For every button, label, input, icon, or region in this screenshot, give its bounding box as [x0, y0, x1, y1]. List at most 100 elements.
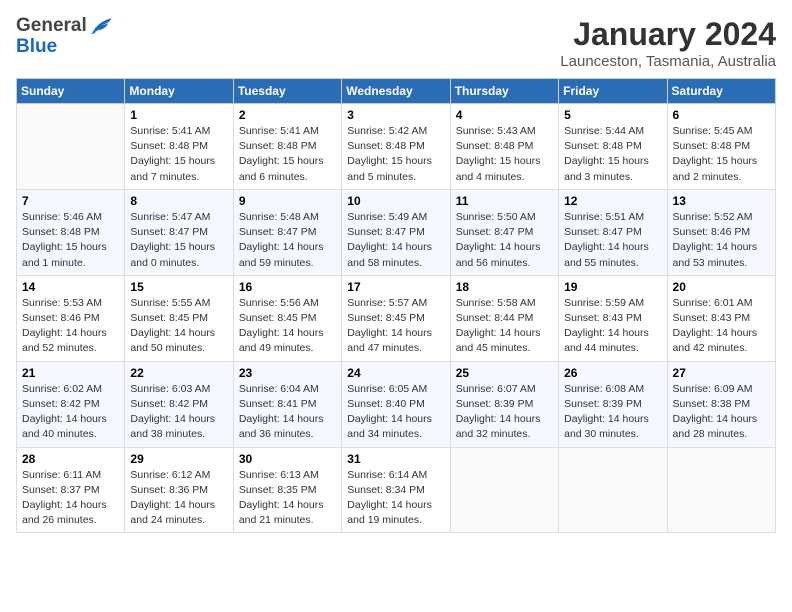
calendar-cell: 28 Sunrise: 6:11 AMSunset: 8:37 PMDayligh… [17, 447, 125, 533]
page-header: General Blue January 2024 Launceston, Ta… [16, 16, 776, 70]
day-info: Sunrise: 6:05 AMSunset: 8:40 PMDaylight:… [347, 382, 444, 443]
week-row-2: 7Sunrise: 5:46 AMSunset: 8:48 PMDaylight… [17, 189, 776, 275]
calendar-cell: 17 Sunrise: 5:57 AMSunset: 8:45 PMDayligh… [342, 275, 450, 361]
calendar-cell: 7Sunrise: 5:46 AMSunset: 8:48 PMDaylight… [17, 189, 125, 275]
weekday-header-tuesday: Tuesday [233, 79, 341, 104]
day-number: 15 [130, 280, 227, 294]
calendar-table: SundayMondayTuesdayWednesdayThursdayFrid… [16, 78, 776, 533]
day-info: Sunrise: 5:45 AMSunset: 8:48 PMDaylight:… [673, 124, 770, 185]
calendar-cell: 27 Sunrise: 6:09 AMSunset: 8:38 PMDayligh… [667, 361, 775, 447]
calendar-cell: 14Sunrise: 5:53 AMSunset: 8:46 PMDayligh… [17, 275, 125, 361]
calendar-cell [450, 447, 558, 533]
day-number: 26 [564, 366, 661, 380]
day-info: Sunrise: 5:57 AMSunset: 8:45 PMDaylight:… [347, 296, 444, 357]
day-number: 12 [564, 194, 661, 208]
logo: General Blue [16, 16, 115, 58]
day-number: 28 [22, 452, 119, 466]
day-info: Sunrise: 5:56 AMSunset: 8:45 PMDaylight:… [239, 296, 336, 357]
day-number: 9 [239, 194, 336, 208]
week-row-1: 1 Sunrise: 5:41 AMSunset: 8:48 PMDaylight… [17, 104, 776, 190]
calendar-cell [667, 447, 775, 533]
day-number: 25 [456, 366, 553, 380]
bird-icon [89, 16, 115, 36]
day-number: 13 [673, 194, 770, 208]
day-info: Sunrise: 5:43 AMSunset: 8:48 PMDaylight:… [456, 124, 553, 185]
calendar-cell: 3 Sunrise: 5:42 AMSunset: 8:48 PMDaylight… [342, 104, 450, 190]
day-info: Sunrise: 5:42 AMSunset: 8:48 PMDaylight:… [347, 124, 444, 185]
day-info: Sunrise: 5:41 AMSunset: 8:48 PMDaylight:… [130, 124, 227, 185]
calendar-cell: 11 Sunrise: 5:50 AMSunset: 8:47 PMDayligh… [450, 189, 558, 275]
weekday-header-saturday: Saturday [667, 79, 775, 104]
day-info: Sunrise: 5:53 AMSunset: 8:46 PMDaylight:… [22, 296, 119, 357]
weekday-header-sunday: Sunday [17, 79, 125, 104]
day-info: Sunrise: 5:49 AMSunset: 8:47 PMDaylight:… [347, 210, 444, 271]
day-number: 21 [22, 366, 119, 380]
day-number: 17 [347, 280, 444, 294]
calendar-cell: 10 Sunrise: 5:49 AMSunset: 8:47 PMDayligh… [342, 189, 450, 275]
calendar-cell [17, 104, 125, 190]
day-number: 20 [673, 280, 770, 294]
day-number: 8 [130, 194, 227, 208]
calendar-cell: 23Sunrise: 6:04 AMSunset: 8:41 PMDayligh… [233, 361, 341, 447]
calendar-cell: 5Sunrise: 5:44 AMSunset: 8:48 PMDaylight… [559, 104, 667, 190]
day-info: Sunrise: 6:02 AMSunset: 8:42 PMDaylight:… [22, 382, 119, 443]
calendar-cell: 6 Sunrise: 5:45 AMSunset: 8:48 PMDaylight… [667, 104, 775, 190]
month-year: January 2024 [560, 16, 776, 53]
day-info: Sunrise: 5:55 AMSunset: 8:45 PMDaylight:… [130, 296, 227, 357]
weekday-header-friday: Friday [559, 79, 667, 104]
day-info: Sunrise: 5:48 AMSunset: 8:47 PMDaylight:… [239, 210, 336, 271]
calendar-cell [559, 447, 667, 533]
weekday-header-monday: Monday [125, 79, 233, 104]
calendar-cell: 4 Sunrise: 5:43 AMSunset: 8:48 PMDaylight… [450, 104, 558, 190]
calendar-cell: 9 Sunrise: 5:48 AMSunset: 8:47 PMDaylight… [233, 189, 341, 275]
day-info: Sunrise: 6:01 AMSunset: 8:43 PMDaylight:… [673, 296, 770, 357]
day-info: Sunrise: 6:14 AMSunset: 8:34 PMDaylight:… [347, 468, 444, 529]
day-number: 11 [456, 194, 553, 208]
title-block: January 2024 Launceston, Tasmania, Austr… [560, 16, 776, 70]
day-number: 10 [347, 194, 444, 208]
calendar-cell: 30Sunrise: 6:13 AMSunset: 8:35 PMDayligh… [233, 447, 341, 533]
day-number: 5 [564, 108, 661, 122]
location: Launceston, Tasmania, Australia [560, 53, 776, 70]
day-info: Sunrise: 5:46 AMSunset: 8:48 PMDaylight:… [22, 210, 119, 271]
calendar-cell: 24 Sunrise: 6:05 AMSunset: 8:40 PMDayligh… [342, 361, 450, 447]
day-number: 23 [239, 366, 336, 380]
day-info: Sunrise: 6:11 AMSunset: 8:37 PMDaylight:… [22, 468, 119, 529]
day-number: 24 [347, 366, 444, 380]
calendar-cell: 1 Sunrise: 5:41 AMSunset: 8:48 PMDaylight… [125, 104, 233, 190]
logo-general: General [16, 16, 87, 37]
calendar-cell: 19 Sunrise: 5:59 AMSunset: 8:43 PMDayligh… [559, 275, 667, 361]
calendar-cell: 15 Sunrise: 5:55 AMSunset: 8:45 PMDayligh… [125, 275, 233, 361]
weekday-header-wednesday: Wednesday [342, 79, 450, 104]
day-number: 16 [239, 280, 336, 294]
day-number: 2 [239, 108, 336, 122]
calendar-cell: 2 Sunrise: 5:41 AMSunset: 8:48 PMDaylight… [233, 104, 341, 190]
day-number: 19 [564, 280, 661, 294]
week-row-4: 21 Sunrise: 6:02 AMSunset: 8:42 PMDayligh… [17, 361, 776, 447]
day-info: Sunrise: 5:41 AMSunset: 8:48 PMDaylight:… [239, 124, 336, 185]
day-number: 1 [130, 108, 227, 122]
weekday-header-row: SundayMondayTuesdayWednesdayThursdayFrid… [17, 79, 776, 104]
day-number: 3 [347, 108, 444, 122]
day-number: 6 [673, 108, 770, 122]
logo-blue: Blue [16, 37, 57, 58]
calendar-cell: 31Sunrise: 6:14 AMSunset: 8:34 PMDayligh… [342, 447, 450, 533]
calendar-cell: 25Sunrise: 6:07 AMSunset: 8:39 PMDayligh… [450, 361, 558, 447]
calendar-cell: 22Sunrise: 6:03 AMSunset: 8:42 PMDayligh… [125, 361, 233, 447]
day-number: 18 [456, 280, 553, 294]
calendar-cell: 13 Sunrise: 5:52 AMSunset: 8:46 PMDayligh… [667, 189, 775, 275]
day-info: Sunrise: 5:51 AMSunset: 8:47 PMDaylight:… [564, 210, 661, 271]
day-number: 27 [673, 366, 770, 380]
day-info: Sunrise: 5:52 AMSunset: 8:46 PMDaylight:… [673, 210, 770, 271]
calendar-cell: 12 Sunrise: 5:51 AMSunset: 8:47 PMDayligh… [559, 189, 667, 275]
day-info: Sunrise: 5:50 AMSunset: 8:47 PMDaylight:… [456, 210, 553, 271]
day-number: 4 [456, 108, 553, 122]
calendar-cell: 29Sunrise: 6:12 AMSunset: 8:36 PMDayligh… [125, 447, 233, 533]
day-info: Sunrise: 6:09 AMSunset: 8:38 PMDaylight:… [673, 382, 770, 443]
week-row-5: 28 Sunrise: 6:11 AMSunset: 8:37 PMDayligh… [17, 447, 776, 533]
day-number: 29 [130, 452, 227, 466]
calendar-cell: 8 Sunrise: 5:47 AMSunset: 8:47 PMDaylight… [125, 189, 233, 275]
day-info: Sunrise: 5:59 AMSunset: 8:43 PMDaylight:… [564, 296, 661, 357]
day-info: Sunrise: 5:47 AMSunset: 8:47 PMDaylight:… [130, 210, 227, 271]
week-row-3: 14Sunrise: 5:53 AMSunset: 8:46 PMDayligh… [17, 275, 776, 361]
